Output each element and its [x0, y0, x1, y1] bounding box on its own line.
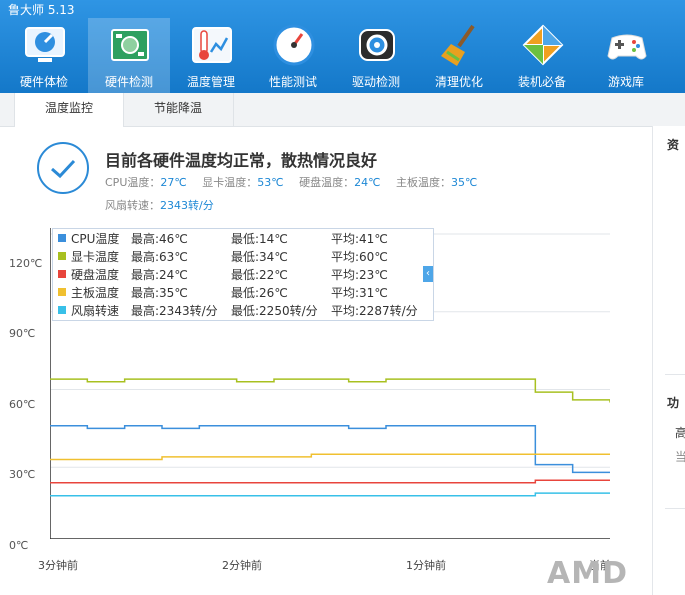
thermometer-icon — [192, 27, 232, 63]
top-navigation-bar: 鲁大师 5.13 硬件体检 硬件检测 温度管理 性能测试 驱动检测 清理优化 装… — [0, 0, 685, 93]
check-circle-icon — [37, 142, 89, 194]
nav-hardware-detect[interactable]: 硬件检测 — [88, 18, 170, 93]
nav-label: 硬件检测 — [104, 75, 153, 89]
legend-series-name: CPU温度 — [71, 232, 120, 246]
legend-row-disk: 硬盘温度 最高:24℃ 最低:22℃ 平均:23℃ — [53, 265, 433, 283]
y-tick-label: 30℃ — [9, 468, 36, 481]
nav-driver-detect[interactable]: 驱动检测 — [335, 18, 417, 93]
legend-swatch — [58, 234, 66, 242]
legend-row-fan: 风扇转速 最高:2343转/分 最低:2250转/分 平均:2287转/分 — [53, 301, 433, 319]
nav-label: 温度管理 — [186, 75, 235, 89]
legend-collapse-button[interactable]: ‹ — [423, 266, 433, 282]
gpu-temp-value: 53℃ — [257, 176, 284, 189]
disk-temp-label: 硬盘温度： — [299, 176, 355, 189]
tab-temperature-monitor[interactable]: 温度监控 — [14, 93, 124, 127]
legend-series-name: 主板温度 — [71, 286, 120, 300]
right-side-panel: 资 功 高 当 — [652, 126, 685, 595]
tab-energy-saving[interactable]: 节能降温 — [123, 93, 234, 126]
series-line — [50, 453, 610, 461]
fan-speed-summary: 风扇转速：2343转/分 — [105, 197, 214, 213]
panel-divider — [665, 374, 685, 375]
series-line — [50, 492, 610, 497]
board-temp-label: 主板温度： — [395, 176, 451, 189]
nav-hardware-checkup[interactable]: 硬件体检 — [3, 18, 85, 93]
legend-avg: 平均:41℃ — [331, 232, 388, 246]
legend-series-name: 风扇转速 — [71, 304, 120, 318]
app-title: 鲁大师 5.13 — [8, 3, 75, 17]
nav-label: 清理优化 — [434, 75, 483, 89]
legend-row-board: 主板温度 最高:35℃ 最低:26℃ 平均:31℃ — [53, 283, 433, 301]
disk-temp-value: 24℃ — [354, 176, 381, 189]
legend-swatch — [58, 252, 66, 260]
legend-max: 最高:46℃ — [131, 232, 188, 246]
legend-max: 最高:24℃ — [131, 268, 188, 282]
y-tick-label: 90℃ — [9, 327, 36, 340]
gpu-temp-label: 显卡温度： — [202, 176, 258, 189]
chart-legend: CPU温度 最高:46℃ 最低:14℃ 平均:41℃ 显卡温度 最高:63℃ 最… — [52, 228, 434, 321]
status-title: 目前各硬件温度均正常，散热情况良好 — [105, 151, 378, 170]
legend-series-name: 显卡温度 — [71, 250, 120, 264]
series-line — [50, 479, 610, 484]
nav-performance-test[interactable]: 性能测试 — [252, 18, 334, 93]
legend-swatch — [58, 270, 66, 278]
y-tick-label: 120℃ — [9, 257, 43, 270]
nav-label: 硬件体检 — [19, 75, 68, 89]
y-tick-label: 60℃ — [9, 398, 36, 411]
circuit-board-icon — [111, 29, 149, 61]
resource-section-title: 资 — [667, 138, 680, 152]
nav-temperature-manage[interactable]: 温度管理 — [170, 18, 252, 93]
fan-speed-label: 风扇转速： — [105, 199, 160, 212]
subtab-bar: 温度监控 节能降温 — [0, 93, 685, 127]
gamepad-icon — [607, 34, 647, 60]
board-temp-value: 35℃ — [450, 176, 478, 189]
box-icon — [522, 24, 564, 66]
legend-avg: 平均:23℃ — [331, 268, 388, 282]
power-section-title: 功 — [667, 396, 680, 410]
series-line — [50, 425, 610, 474]
cpu-temp-label: CPU温度： — [105, 176, 161, 189]
nav-label: 装机必备 — [517, 75, 566, 89]
legend-row-gpu: 显卡温度 最高:63℃ 最低:34℃ 平均:60℃ — [53, 247, 433, 265]
temperature-summary: CPU温度：27℃ 显卡温度：53℃ 硬盘温度：24℃ 主板温度：35℃ — [105, 174, 489, 190]
legend-avg: 平均:2287转/分 — [331, 304, 418, 318]
legend-min: 最低:2250转/分 — [231, 304, 318, 318]
panel-divider — [665, 508, 685, 509]
legend-min: 最低:34℃ — [231, 250, 288, 264]
legend-avg: 平均:31℃ — [331, 286, 388, 300]
cpu-temp-value: 27℃ — [160, 176, 187, 189]
legend-max: 最高:63℃ — [131, 250, 188, 264]
power-item-high: 高 — [675, 424, 685, 441]
fan-speed-value: 2343转/分 — [160, 199, 214, 212]
amd-logo: AMD — [547, 556, 628, 591]
legend-swatch — [58, 306, 66, 314]
x-tick-label: 1分钟前 — [406, 559, 446, 572]
nav-label: 驱动检测 — [351, 75, 400, 89]
nav-label: 游戏库 — [607, 75, 644, 89]
x-tick-label: 3分钟前 — [38, 559, 78, 572]
power-item-current: 当 — [675, 448, 685, 465]
legend-avg: 平均:60℃ — [331, 250, 388, 264]
legend-swatch — [58, 288, 66, 296]
gauge-icon — [273, 24, 315, 66]
legend-max: 最高:2343转/分 — [131, 304, 218, 318]
legend-min: 最低:26℃ — [231, 286, 288, 300]
legend-row-cpu: CPU温度 最高:46℃ 最低:14℃ 平均:41℃ — [53, 229, 433, 247]
nav-clean-optimize[interactable]: 清理优化 — [418, 18, 500, 93]
legend-min: 最低:22℃ — [231, 268, 288, 282]
monitor-icon — [25, 27, 65, 62]
y-tick-label: 0℃ — [9, 539, 29, 552]
legend-max: 最高:35℃ — [131, 286, 188, 300]
series-line — [50, 378, 610, 403]
legend-min: 最低:14℃ — [231, 232, 288, 246]
x-tick-label: 2分钟前 — [222, 559, 262, 572]
nav-essential-apps[interactable]: 装机必备 — [501, 18, 583, 93]
legend-series-name: 硬盘温度 — [71, 268, 120, 282]
broom-icon — [441, 24, 475, 66]
nav-game-library[interactable]: 游戏库 — [585, 18, 667, 93]
gear-chip-icon — [359, 29, 395, 61]
nav-label: 性能测试 — [268, 75, 317, 89]
